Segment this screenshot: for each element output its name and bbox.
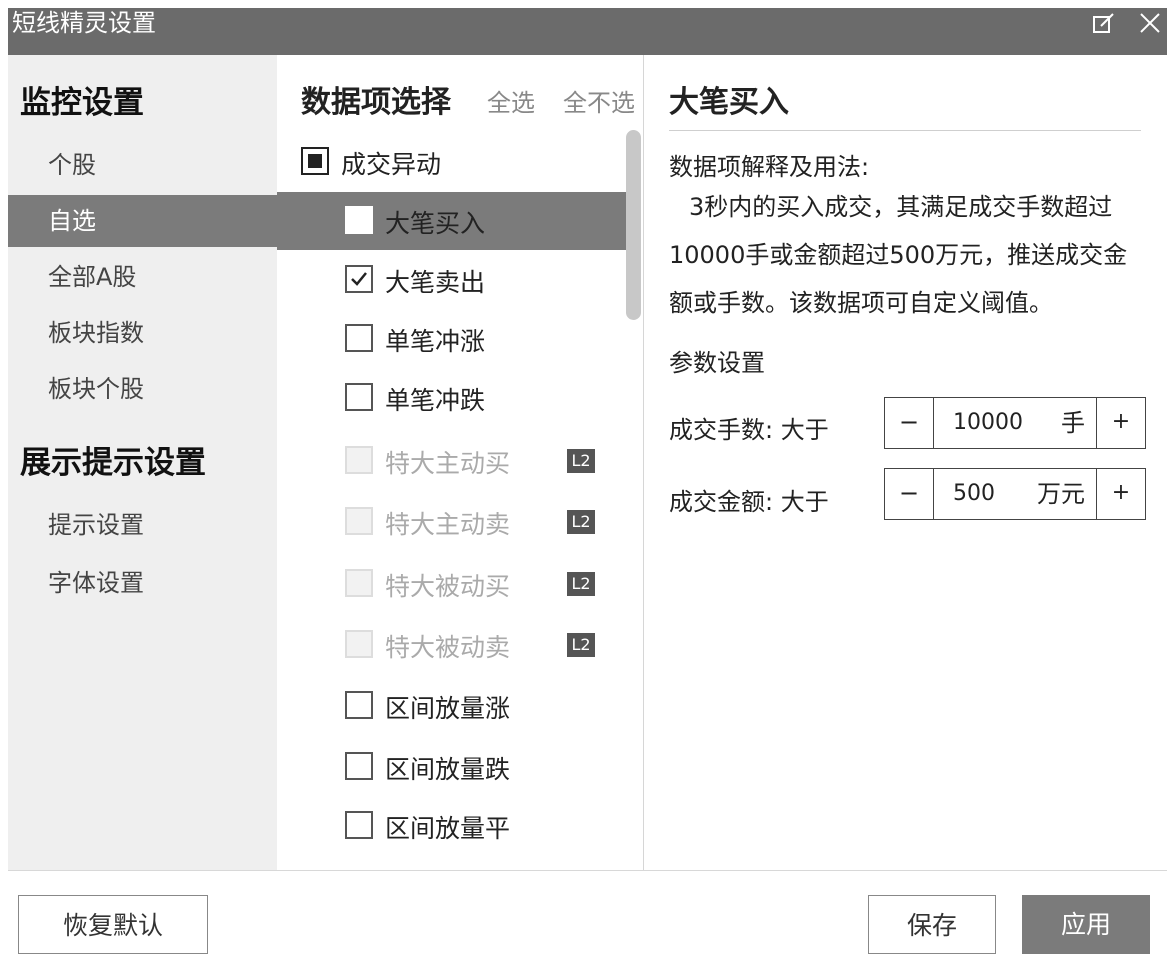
checkbox[interactable] xyxy=(345,265,373,293)
left-nav: 监控设置 个股 自选 全部A股 板块指数 板块个股 展示提示设置 提示设置 字体… xyxy=(8,55,277,870)
checkbox[interactable] xyxy=(345,324,373,352)
explain-label: 数据项解释及用法: xyxy=(669,153,870,181)
nav-item-watchlist[interactable]: 自选 xyxy=(8,195,277,247)
nav-heading-display: 展示提示设置 xyxy=(20,445,206,481)
param-label-amount: 成交金额: 大于 xyxy=(669,488,829,516)
detail-panel: 大笔买入 数据项解释及用法: 3秒内的买入成交，其满足成交手数超过10000手或… xyxy=(644,55,1167,870)
apply-button[interactable]: 应用 xyxy=(1022,895,1150,954)
item-label: 区间放量平 xyxy=(385,814,511,843)
nav-item-label: 自选 xyxy=(48,207,96,235)
list-item[interactable]: 区间放量涨 xyxy=(277,677,627,735)
list-item: 特大被动买 L2 xyxy=(277,555,627,613)
nav-item-stock[interactable]: 个股 xyxy=(8,139,277,191)
nav-item-label: 个股 xyxy=(48,151,96,179)
l2-badge: L2 xyxy=(567,449,595,473)
list-item: 特大主动卖 L2 xyxy=(277,493,627,551)
checkbox[interactable] xyxy=(345,752,373,780)
item-label: 特大主动买 xyxy=(385,449,511,478)
data-item-title: 数据项选择 xyxy=(301,85,451,120)
nav-item-sector-stock[interactable]: 板块个股 xyxy=(8,363,277,415)
group-checkbox[interactable] xyxy=(301,147,329,175)
check-icon xyxy=(351,272,367,286)
edit-icon[interactable] xyxy=(1091,10,1117,36)
nav-item-label: 提示设置 xyxy=(48,511,144,539)
nav-item-label: 板块指数 xyxy=(48,319,144,347)
item-label: 大笔买入 xyxy=(385,209,486,238)
volume-value[interactable]: 10000 xyxy=(953,398,1023,448)
save-button[interactable]: 保存 xyxy=(868,895,996,954)
nav-item-tip-settings[interactable]: 提示设置 xyxy=(8,499,277,551)
group-label: 成交异动 xyxy=(341,150,442,179)
checkbox[interactable] xyxy=(345,811,373,839)
param-label-volume: 成交手数: 大于 xyxy=(669,416,829,444)
decrement-button[interactable]: − xyxy=(885,398,934,448)
amount-value[interactable]: 500 xyxy=(953,469,995,519)
footer-divider xyxy=(8,870,1167,871)
nav-item-sector-index[interactable]: 板块指数 xyxy=(8,307,277,359)
checkbox xyxy=(345,446,373,474)
window-title: 短线精灵设置 xyxy=(12,9,156,37)
volume-unit: 手 xyxy=(1061,409,1085,437)
restore-default-button[interactable]: 恢复默认 xyxy=(18,895,208,954)
checkbox[interactable] xyxy=(345,691,373,719)
list-scrollbar[interactable] xyxy=(626,130,641,320)
item-label: 特大被动卖 xyxy=(385,633,511,662)
item-label: 大笔卖出 xyxy=(385,268,486,297)
data-item-panel: 数据项选择 全选 全不选 成交异动 大笔买入 大笔卖出 单笔冲涨 单笔冲跌 特大… xyxy=(277,55,643,870)
title-bar: 短线精灵设置 xyxy=(8,8,1167,55)
nav-item-label: 全部A股 xyxy=(48,263,137,291)
item-label: 特大被动买 xyxy=(385,572,511,601)
list-item[interactable]: 区间放量跌 xyxy=(277,738,627,796)
item-label: 单笔冲涨 xyxy=(385,327,486,356)
item-label: 区间放量涨 xyxy=(385,694,511,723)
checkbox[interactable] xyxy=(345,206,373,234)
nav-item-label: 板块个股 xyxy=(48,375,144,403)
group-row[interactable]: 成交异动 xyxy=(277,133,627,191)
detail-divider xyxy=(669,130,1141,131)
l2-badge: L2 xyxy=(567,510,595,534)
select-all-link[interactable]: 全选 xyxy=(487,83,535,118)
decrement-button[interactable]: − xyxy=(885,469,934,519)
amount-stepper[interactable]: − 500 万元 + xyxy=(884,468,1146,520)
l2-badge: L2 xyxy=(567,572,595,596)
checkbox[interactable] xyxy=(345,383,373,411)
params-label: 参数设置 xyxy=(669,349,765,377)
list-item: 特大被动卖 L2 xyxy=(277,616,627,674)
list-item[interactable]: 大笔卖出 xyxy=(277,251,627,309)
list-item[interactable]: 大笔买入 xyxy=(277,192,627,250)
checkbox xyxy=(345,507,373,535)
detail-description: 3秒内的买入成交，其满足成交手数超过10000手或金额超过500万元，推送成交金… xyxy=(669,193,1128,317)
checkbox xyxy=(345,630,373,658)
amount-unit: 万元 xyxy=(1037,480,1085,508)
l2-badge: L2 xyxy=(567,633,595,657)
checkbox xyxy=(345,569,373,597)
nav-item-font-settings[interactable]: 字体设置 xyxy=(8,557,277,609)
list-item: 特大主动买 L2 xyxy=(277,432,627,490)
item-label: 单笔冲跌 xyxy=(385,386,486,415)
item-label: 特大主动卖 xyxy=(385,510,511,539)
list-item[interactable]: 区间放量平 xyxy=(277,797,627,855)
nav-heading-monitor: 监控设置 xyxy=(20,85,144,121)
item-label: 区间放量跌 xyxy=(385,755,511,784)
increment-button[interactable]: + xyxy=(1096,469,1145,519)
increment-button[interactable]: + xyxy=(1096,398,1145,448)
select-none-link[interactable]: 全不选 xyxy=(563,83,635,118)
list-item[interactable]: 单笔冲跌 xyxy=(277,369,627,427)
volume-stepper[interactable]: − 10000 手 + xyxy=(884,397,1146,449)
list-item[interactable]: 单笔冲涨 xyxy=(277,310,627,368)
detail-title: 大笔买入 xyxy=(669,85,789,120)
close-icon[interactable] xyxy=(1137,10,1163,36)
nav-item-label: 字体设置 xyxy=(48,569,144,597)
nav-item-all-a[interactable]: 全部A股 xyxy=(8,251,277,303)
